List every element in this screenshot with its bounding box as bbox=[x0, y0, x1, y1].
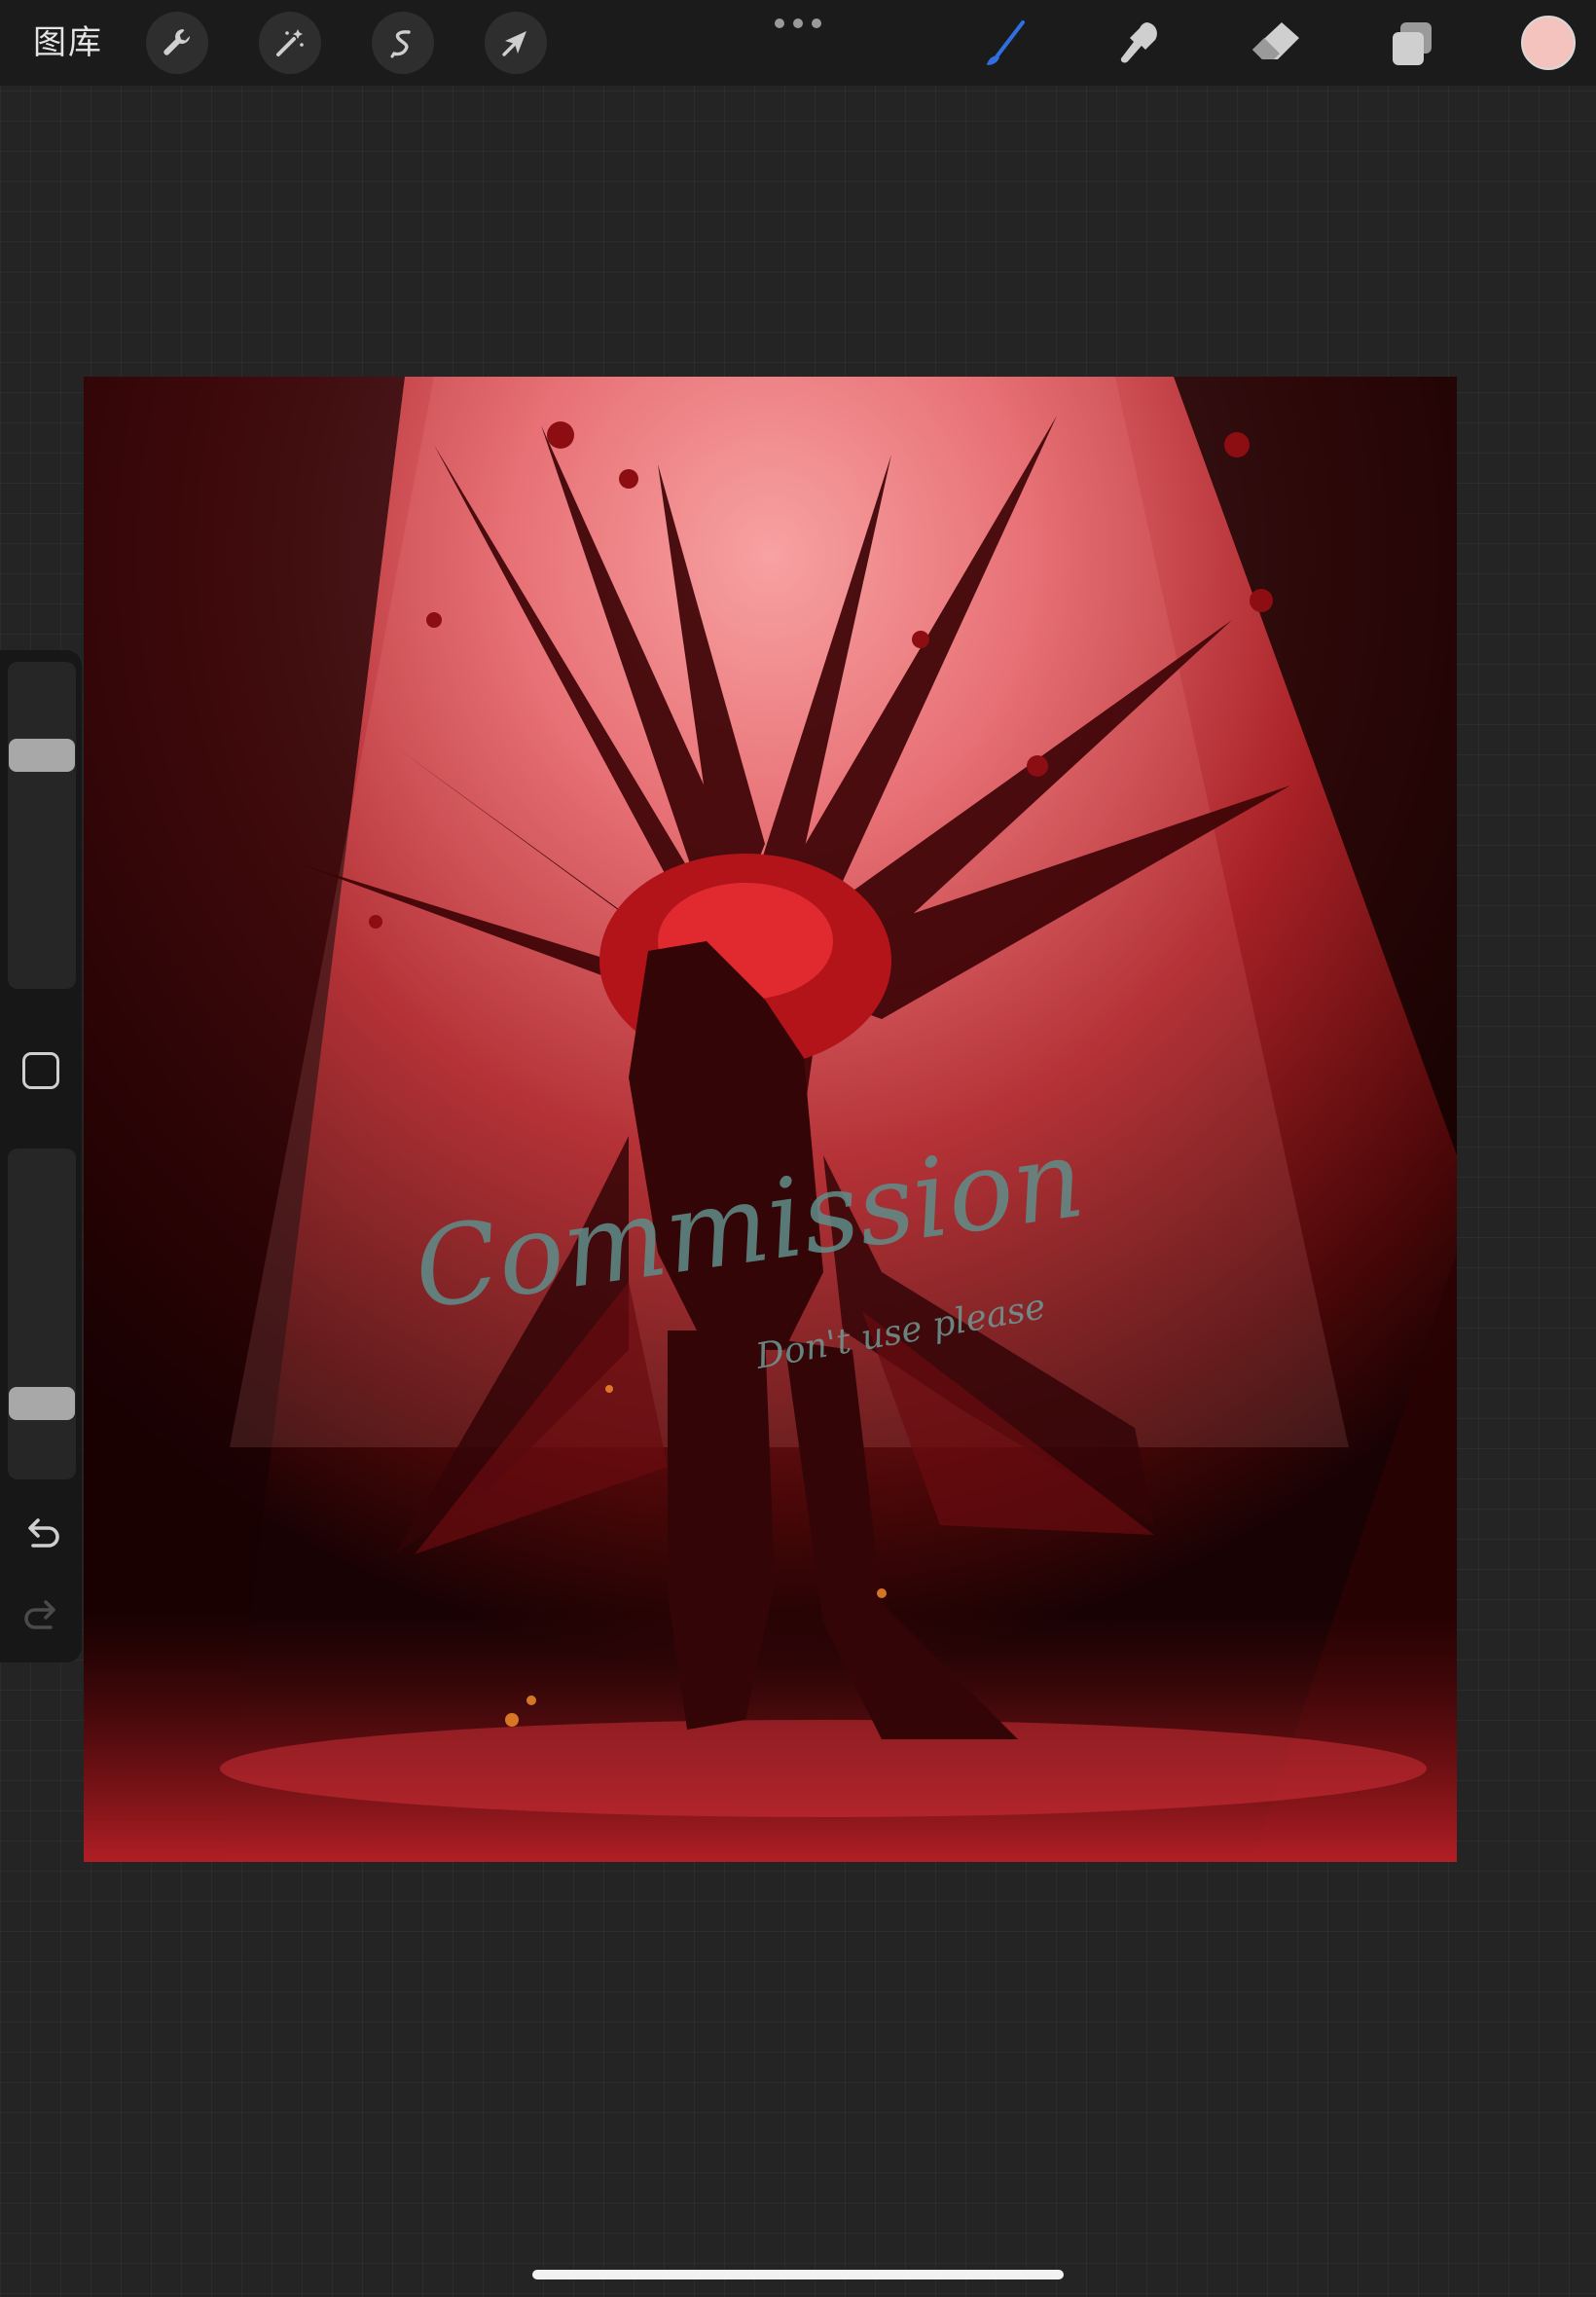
square-modify-icon[interactable] bbox=[22, 1052, 59, 1089]
wrench-icon bbox=[163, 29, 190, 55]
brush-opacity-slider[interactable] bbox=[8, 1148, 76, 1479]
gallery-button[interactable]: 图库 bbox=[33, 19, 103, 66]
home-indicator[interactable] bbox=[532, 2270, 1064, 2279]
left-sidebar bbox=[0, 650, 82, 1662]
layers-tool-button[interactable] bbox=[1382, 14, 1442, 74]
more-dots-icon[interactable] bbox=[775, 14, 821, 33]
arrow-cursor-icon bbox=[502, 31, 526, 56]
brush-size-slider-thumb[interactable] bbox=[9, 739, 75, 772]
top-toolbar: 图库 bbox=[0, 0, 1596, 86]
artwork-canvas[interactable]: Commission Don't use please bbox=[84, 377, 1457, 1862]
magic-wand-icon bbox=[276, 29, 304, 56]
brush-icon bbox=[987, 20, 1025, 65]
undo-icon[interactable] bbox=[19, 1509, 64, 1553]
color-picker-swatch[interactable] bbox=[1521, 16, 1576, 70]
smudge-tool-button[interactable] bbox=[1109, 14, 1170, 74]
selection-s-icon bbox=[390, 30, 411, 58]
adjustments-wand-button[interactable] bbox=[259, 12, 321, 74]
transform-arrow-button[interactable] bbox=[485, 12, 547, 74]
eraser-icon bbox=[1252, 22, 1299, 59]
smudge-finger-icon bbox=[1120, 22, 1157, 63]
procreate-app: 图库 Commission Don't use please bbox=[0, 0, 1596, 2297]
eraser-tool-button[interactable] bbox=[1246, 14, 1306, 74]
brush-tool-button[interactable] bbox=[973, 14, 1034, 74]
selection-button[interactable] bbox=[372, 12, 434, 74]
actions-wrench-button[interactable] bbox=[146, 12, 208, 74]
brush-size-slider[interactable] bbox=[8, 662, 76, 989]
redo-icon[interactable] bbox=[19, 1590, 64, 1635]
artwork-illustration: Commission Don't use please bbox=[84, 377, 1457, 1862]
brush-opacity-slider-thumb[interactable] bbox=[9, 1387, 75, 1420]
layers-icon bbox=[1393, 22, 1432, 65]
